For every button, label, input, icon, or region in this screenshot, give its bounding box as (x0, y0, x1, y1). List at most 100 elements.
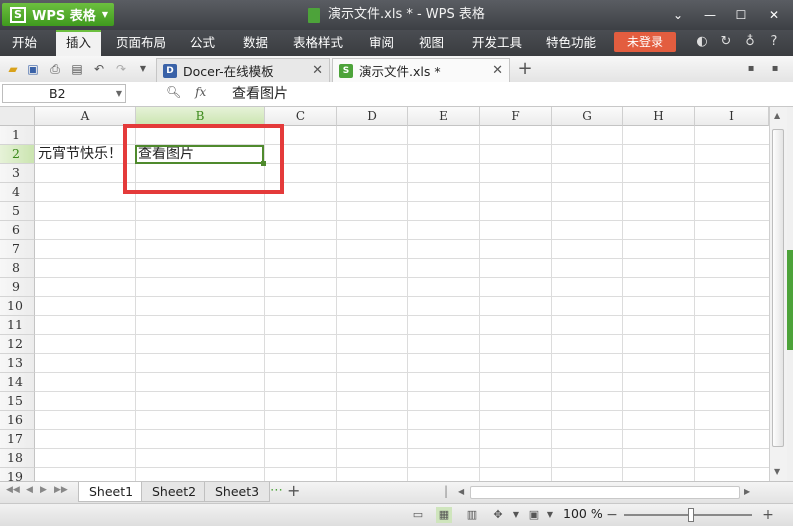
next-sheet-icon[interactable]: ▶ (40, 485, 47, 495)
row-header-14[interactable]: 14 (0, 373, 35, 392)
row-header-7[interactable]: 7 (0, 240, 35, 259)
normal-view-icon[interactable]: ▭ (410, 507, 426, 523)
menu-item-special[interactable]: 特色功能 (546, 30, 596, 56)
row-header-19[interactable]: 19 (0, 468, 35, 481)
row-header-9[interactable]: 9 (0, 278, 35, 297)
horizontal-scrollbar[interactable] (470, 486, 740, 499)
menu-item-insert[interactable]: 插入 (56, 30, 102, 56)
column-header-a[interactable]: A (35, 107, 136, 126)
ribbon-collapse-icon[interactable]: ⌄ (668, 6, 688, 24)
formula-input[interactable]: 查看图片 (232, 84, 288, 104)
column-header-h[interactable]: H (623, 107, 695, 126)
row-header-18[interactable]: 18 (0, 449, 35, 468)
tab-demo-file-close-icon[interactable]: ✕ (492, 63, 503, 78)
menu-item-data[interactable]: 数据 (243, 30, 268, 56)
column-header-i[interactable]: I (695, 107, 769, 126)
fx-icon[interactable]: fx (195, 85, 206, 99)
scroll-divider-icon[interactable]: | (444, 484, 448, 498)
row-header-2[interactable]: 2 (0, 145, 35, 164)
first-sheet-icon[interactable]: ◀◀ (6, 485, 20, 495)
wps-app-menu-button[interactable]: S WPS 表格 ▼ (2, 3, 114, 26)
sheet-tab-sheet2[interactable]: Sheet2 (141, 482, 208, 502)
zoom-lens-icon[interactable]: 🔍︎ (166, 85, 181, 99)
maximize-button[interactable]: ☐ (731, 6, 751, 24)
page-layout-view-icon[interactable]: ▦ (436, 507, 452, 523)
more-sheets-icon[interactable]: ⋯ (270, 483, 283, 498)
row-header-8[interactable]: 8 (0, 259, 35, 278)
row-header-15[interactable]: 15 (0, 392, 35, 411)
minimize-button[interactable]: — (700, 6, 720, 24)
customize-dropdown-icon[interactable]: ▼ (134, 60, 152, 78)
redo-icon[interactable]: ↷ (112, 60, 130, 78)
side-panel-handle[interactable] (787, 250, 793, 350)
scroll-left-icon[interactable]: ◀ (458, 487, 464, 496)
scroll-right-icon[interactable]: ▶ (744, 487, 750, 496)
zoom-out-icon[interactable]: − (604, 507, 620, 523)
help-icon[interactable]: ? (766, 34, 782, 52)
row-header-10[interactable]: 10 (0, 297, 35, 316)
column-header-d[interactable]: D (337, 107, 408, 126)
last-sheet-icon[interactable]: ▶▶ (54, 485, 68, 495)
grid-line (35, 277, 769, 278)
menu-item-home[interactable]: 开始 (12, 30, 37, 56)
scroll-down-icon[interactable]: ▼ (774, 467, 780, 476)
menu-item-review[interactable]: 审阅 (369, 30, 394, 56)
row-header-1[interactable]: 1 (0, 126, 35, 145)
row-header-13[interactable]: 13 (0, 354, 35, 373)
scroll-up-icon[interactable]: ▲ (774, 111, 780, 120)
grid-line (551, 126, 552, 481)
fullscreen-dropdown-icon[interactable]: ▼ (508, 507, 524, 523)
menu-item-formulas[interactable]: 公式 (190, 30, 215, 56)
sheet-tab-sheet3[interactable]: Sheet3 (204, 482, 271, 502)
menu-item-page-layout[interactable]: 页面布局 (116, 30, 166, 56)
save-icon[interactable]: ▣ (24, 60, 42, 78)
print-preview-icon[interactable]: ▤ (68, 60, 86, 78)
tab-docer-close-icon[interactable]: ✕ (312, 63, 323, 78)
print-icon[interactable]: ⎙ (46, 60, 64, 78)
name-box[interactable]: B2 ▼ (2, 84, 126, 103)
menu-item-view[interactable]: 视图 (419, 30, 444, 56)
open-folder-icon[interactable]: ▰ (4, 60, 22, 78)
row-header-6[interactable]: 6 (0, 221, 35, 240)
column-header-f[interactable]: F (480, 107, 552, 126)
zoom-slider-knob[interactable] (688, 508, 694, 522)
add-sheet-icon[interactable]: + (287, 481, 300, 500)
zoom-in-icon[interactable]: + (760, 507, 776, 523)
row-header-11[interactable]: 11 (0, 316, 35, 335)
row-header-17[interactable]: 17 (0, 430, 35, 449)
vertical-scroll-thumb[interactable] (772, 129, 784, 447)
tab-docer[interactable]: D Docer-在线模板 ✕ (156, 58, 330, 82)
login-button[interactable]: 未登录 (614, 32, 676, 52)
row-header-3[interactable]: 3 (0, 164, 35, 183)
zoom-level[interactable]: 100 % (563, 506, 603, 521)
vertical-scrollbar[interactable]: ▲ ▼ (769, 107, 787, 481)
tab-demo-file[interactable]: S 演示文件.xls * ✕ (332, 58, 510, 82)
undo-icon[interactable]: ↶ (90, 60, 108, 78)
sheet-tab-sheet1[interactable]: Sheet1 (78, 482, 145, 502)
prev-sheet-icon[interactable]: ◀ (26, 485, 33, 495)
column-header-e[interactable]: E (408, 107, 480, 126)
grid-line (35, 239, 769, 240)
page-break-view-icon[interactable]: ▥ (464, 507, 480, 523)
menu-item-table-style[interactable]: 表格样式 (293, 30, 343, 56)
close-button[interactable]: ✕ (764, 6, 784, 24)
row-header-16[interactable]: 16 (0, 411, 35, 430)
restore-pane-icon[interactable]: ▪ (742, 60, 760, 78)
reading-mode-icon[interactable]: ▣ (526, 507, 542, 523)
sync-icon[interactable]: ↻ (718, 34, 734, 52)
column-header-g[interactable]: G (552, 107, 623, 126)
fullscreen-icon[interactable]: ✥ (490, 507, 506, 523)
shirt-icon[interactable]: ♁ (742, 34, 758, 52)
close-pane-icon[interactable]: ▪ (766, 60, 784, 78)
menu-item-developer[interactable]: 开发工具 (472, 30, 522, 56)
new-tab-icon[interactable]: + (516, 60, 534, 78)
cell-a2[interactable]: 元宵节快乐！ (38, 145, 122, 164)
row-header-12[interactable]: 12 (0, 335, 35, 354)
name-box-dropdown-icon[interactable]: ▼ (116, 85, 122, 102)
row-header-4[interactable]: 4 (0, 183, 35, 202)
reading-mode-dropdown-icon[interactable]: ▼ (542, 507, 558, 523)
select-all-corner[interactable] (0, 107, 35, 126)
spreadsheet-grid[interactable]: A B C D E F G H I 1 2 3 4 5 6 7 8 9 10 1… (0, 107, 769, 481)
row-header-5[interactable]: 5 (0, 202, 35, 221)
skin-icon[interactable]: ◐ (694, 34, 710, 52)
